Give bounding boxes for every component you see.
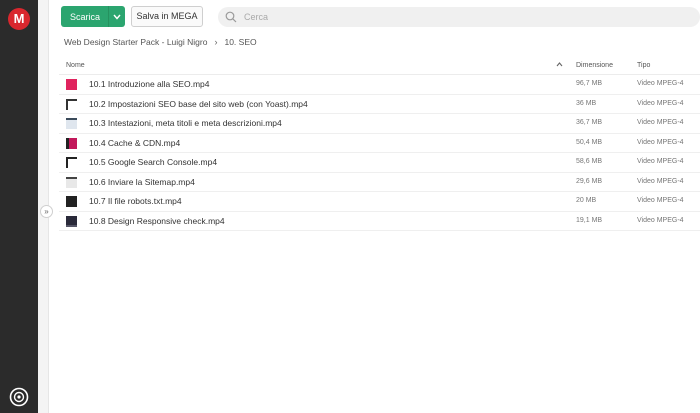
breadcrumb-parent[interactable]: Web Design Starter Pack - Luigi Nigro [64,37,207,47]
table-row[interactable]: 10.7 Il file robots.txt.mp4 20 MB Video … [59,192,700,212]
left-nav-rail: M [0,0,38,413]
breadcrumb-current: 10. SEO [224,37,257,47]
file-name: 10.5 Google Search Console.mp4 [89,157,218,167]
table-row[interactable]: 10.4 Cache & CDN.mp4 50,4 MB Video MPEG-… [59,134,700,153]
top-toolbar: Scarica Salva in MEGA [49,0,700,34]
table-row[interactable]: 10.3 Intestazioni, meta titoli e meta de… [59,114,700,134]
file-name: 10.2 Impostazioni SEO base del sito web … [89,98,308,109]
file-table: Nome Dimensione Tipo 10.1 Introduzione a… [59,58,700,231]
file-size: 36 MB [576,99,597,107]
download-button[interactable]: Scarica [61,6,125,27]
file-size: 19,1 MB [576,216,603,224]
file-type: Video MPEG-4 [637,177,684,185]
search-bar[interactable] [218,7,700,27]
save-to-mega-button[interactable]: Salva in MEGA [131,6,203,27]
file-type: Video MPEG-4 [637,99,684,107]
search-input[interactable] [244,9,684,25]
file-size: 36,7 MB [576,119,603,126]
file-size: 50,4 MB [576,138,603,146]
file-name: 10.4 Cache & CDN.mp4 [89,137,181,148]
video-thumbnail-icon [66,137,77,149]
table-row[interactable]: 10.8 Design Responsive check.mp4 19,1 MB… [59,212,700,231]
table-header: Nome Dimensione Tipo [59,58,700,75]
file-type: Video MPEG-4 [637,80,684,87]
file-type: Video MPEG-4 [637,119,684,126]
file-type: Video MPEG-4 [637,158,684,165]
file-type: Video MPEG-4 [637,216,684,224]
file-name: 10.6 Inviare la Sitemap.mp4 [89,176,195,187]
account-icon[interactable] [9,387,29,407]
column-header-type[interactable]: Tipo [637,62,650,69]
file-name: 10.1 Introduzione alla SEO.mp4 [89,79,210,89]
chevron-down-icon[interactable] [108,6,125,27]
table-row[interactable]: 10.6 Inviare la Sitemap.mp4 29,6 MB Vide… [59,173,700,192]
column-header-size[interactable]: Dimensione [576,62,613,69]
main-content: Scarica Salva in MEGA Web Design Starter… [49,0,700,413]
file-name: 10.8 Design Responsive check.mp4 [89,215,225,226]
file-type: Video MPEG-4 [637,138,684,146]
table-row[interactable]: 10.5 Google Search Console.mp4 58,6 MB V… [59,153,700,173]
video-thumbnail-icon [66,79,77,90]
file-size: 20 MB [576,197,597,204]
table-row[interactable]: 10.2 Impostazioni SEO base del sito web … [59,95,700,114]
file-size: 29,6 MB [576,177,603,185]
file-name: 10.7 Il file robots.txt.mp4 [89,196,182,206]
video-thumbnail-icon [66,215,77,227]
file-type: Video MPEG-4 [637,197,684,204]
column-header-name[interactable]: Nome [66,62,85,69]
video-thumbnail-icon [66,176,77,188]
video-thumbnail-icon [66,157,77,168]
video-thumbnail-icon [66,98,77,110]
breadcrumb-separator: › [214,37,218,47]
file-size: 96,7 MB [576,80,603,87]
file-size: 58,6 MB [576,158,603,165]
video-thumbnail-icon [66,196,77,207]
mega-logo[interactable]: M [8,8,30,30]
search-icon [225,11,237,23]
video-thumbnail-icon [66,118,77,129]
file-name: 10.3 Intestazioni, meta titoli e meta de… [89,118,282,128]
sort-ascending-icon[interactable] [556,61,563,69]
breadcrumb: Web Design Starter Pack - Luigi Nigro › … [64,37,257,47]
download-button-label: Scarica [70,11,101,22]
table-row[interactable]: 10.1 Introduzione alla SEO.mp4 96,7 MB V… [59,75,700,95]
